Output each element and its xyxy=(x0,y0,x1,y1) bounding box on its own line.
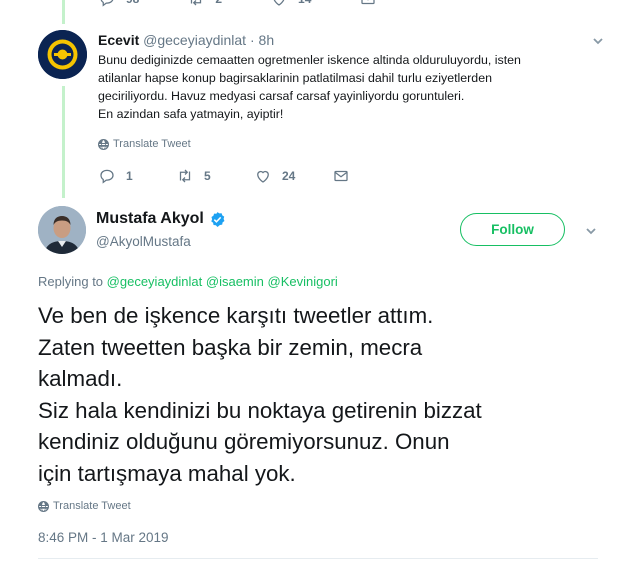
reply-action[interactable]: 1 xyxy=(98,167,176,185)
author-handle[interactable]: @AkyolMustafa xyxy=(96,234,191,249)
tweet-text-line: için tartışmaya mahal yok. xyxy=(38,460,296,486)
like-icon xyxy=(273,0,285,6)
reply-tweet-actions: 1 5 24 xyxy=(98,167,410,185)
tweet-text-line: kalmadı. xyxy=(38,366,123,391)
reply-text-line: geciriliyordu. Havuz medyasi carsaf cars… xyxy=(98,89,465,103)
retweet-count: 2 xyxy=(215,0,222,6)
retweet-action[interactable]: 5 xyxy=(176,167,254,185)
dm-action[interactable] xyxy=(332,167,410,185)
reply-header: Ecevit @geceyiaydinlat · 8h xyxy=(98,32,274,48)
retweet-icon xyxy=(191,0,202,6)
tweet-time[interactable]: 8h xyxy=(259,32,275,48)
like-action[interactable]: 14 xyxy=(270,0,311,8)
mention-link[interactable]: @Kevinigori xyxy=(268,274,338,289)
thread-connector xyxy=(62,86,65,198)
tweet-text-line: Ve ben de işkence karşıtı tweetler attım… xyxy=(38,303,434,328)
retweet-action[interactable]: 2 xyxy=(187,0,222,8)
avatar[interactable] xyxy=(38,206,86,254)
previous-tweet-actions: 98 2 14 xyxy=(98,0,425,8)
reply-count: 1 xyxy=(126,169,133,183)
replying-prefix: Replying to xyxy=(38,274,104,289)
globe-icon xyxy=(98,138,109,150)
translate-tweet-link[interactable]: Translate Tweet xyxy=(98,138,191,150)
verified-icon xyxy=(211,211,225,227)
follow-button[interactable]: Follow xyxy=(460,213,565,246)
globe-icon xyxy=(38,500,49,512)
mention-link[interactable]: @isaemin xyxy=(206,274,264,289)
like-count: 14 xyxy=(298,0,311,6)
like-icon xyxy=(257,170,269,183)
retweet-icon xyxy=(179,169,191,183)
separator: · xyxy=(249,32,255,48)
reply-icon xyxy=(100,169,114,184)
dm-action[interactable] xyxy=(359,0,377,8)
tweet-text-line: kendiniz olduğunu göremiyorsunuz. Onun xyxy=(38,429,450,454)
translate-label: Translate Tweet xyxy=(53,500,131,512)
tweet-text-line: Zaten tweetten başka bir zemin, mecra xyxy=(38,334,423,360)
retweet-count: 5 xyxy=(204,169,211,183)
translate-label: Translate Tweet xyxy=(113,138,191,150)
reply-text-line: atilanlar hapse konup bagirsaklarinin pa… xyxy=(98,71,492,85)
chevron-down-icon xyxy=(586,228,596,235)
author-handle[interactable]: @geceyiaydinlat xyxy=(143,32,246,48)
dm-icon xyxy=(334,170,348,182)
reply-text-line: Bunu dediginizde cemaatten ogretmenler i… xyxy=(98,53,521,67)
dm-icon xyxy=(361,0,376,5)
author-name-text: Mustafa Akyol xyxy=(96,210,204,227)
reply-text-line: En azindan safa yatmayin, ayiptir! xyxy=(98,107,284,121)
reply-action[interactable]: 98 xyxy=(98,0,139,8)
reply-text: Bunu dediginizde cemaatten ogretmenler i… xyxy=(98,51,598,123)
like-action[interactable]: 24 xyxy=(254,167,332,185)
like-count: 24 xyxy=(282,169,296,183)
author-name[interactable]: Ecevit xyxy=(98,32,139,48)
chevron-down-icon xyxy=(593,38,603,45)
translate-tweet-link[interactable]: Translate Tweet xyxy=(38,500,131,512)
reply-count: 98 xyxy=(126,0,139,6)
mention-link[interactable]: @geceyiaydinlat xyxy=(107,274,203,289)
tweet-menu-button[interactable] xyxy=(591,34,605,48)
reply-icon xyxy=(100,0,114,7)
replying-to: Replying to @geceyiaydinlat @isaemin @Ke… xyxy=(38,274,338,289)
thread-connector-top xyxy=(62,0,65,24)
avatar[interactable] xyxy=(38,30,87,79)
tweet-timestamp[interactable]: 8:46 PM - 1 Mar 2019 xyxy=(38,530,169,545)
tweet-menu-button[interactable] xyxy=(584,224,598,238)
divider xyxy=(38,558,598,559)
tweet-text: Ve ben de işkence karşıtı tweetler attım… xyxy=(38,300,618,489)
tweet-text-line: Siz hala kendinizi bu noktaya getirenin … xyxy=(38,397,482,423)
author-name[interactable]: Mustafa Akyol xyxy=(96,210,226,228)
